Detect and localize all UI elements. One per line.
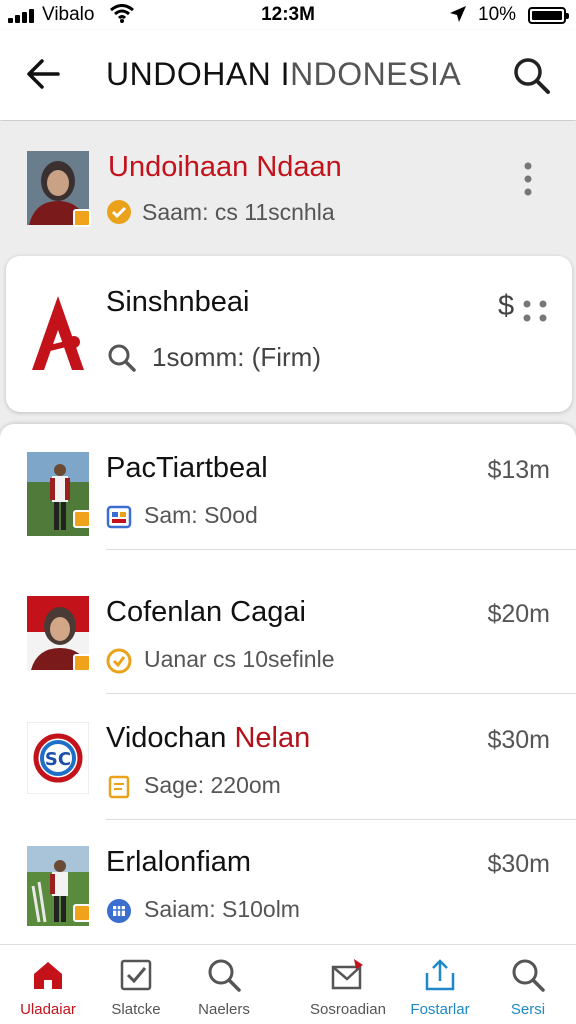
bottom-nav: Uladaiar Slatcke Naelers Sosroadian Fost…: [0, 944, 576, 1024]
nav-item-service[interactable]: Sersi: [480, 945, 576, 1024]
badge: [73, 510, 91, 528]
calendar-icon: [106, 504, 132, 530]
check-circle-icon: [106, 199, 132, 225]
nav-label: Sersi: [510, 1001, 546, 1018]
avatar: [27, 452, 91, 536]
item-price: $30m: [487, 850, 550, 878]
mail-icon: [330, 957, 366, 993]
avatar: SC: [27, 722, 89, 796]
list-item-top[interactable]: Undoihaan Ndaan Saam: cs 11scnhla: [0, 121, 576, 255]
avatar: [27, 596, 91, 672]
nav-label: Sosroadian: [310, 1001, 386, 1018]
badge: [73, 654, 91, 672]
checkbox-icon: [118, 957, 154, 993]
document-icon: [106, 774, 132, 800]
item-title: Erlalonfiam: [106, 846, 251, 879]
list-item[interactable]: SC Vidochan Nelan $30m Sage: 220om: [0, 694, 576, 820]
item-title-text: PacTiartbeal: [106, 452, 268, 484]
item-meta: Saam: cs 11scnhla: [142, 199, 335, 225]
page-title-bold: UNDOHAN I: [106, 56, 291, 92]
card-price: $: [498, 290, 515, 322]
nav-item-home[interactable]: Uladaiar: [0, 945, 96, 1024]
card-meta: 1somm: (Firm): [152, 342, 321, 372]
item-title-text: Cofenlan Cagai: [106, 596, 306, 628]
brand-logo: [24, 290, 92, 378]
item-title: PacTiartbeal: [106, 452, 268, 485]
list-item[interactable]: Erlalonfiam $30m Saiam: S10olm: [0, 818, 576, 944]
search-icon: [206, 957, 242, 993]
share-icon: [422, 957, 458, 993]
check-circle-icon: [106, 648, 132, 674]
divider: [106, 549, 576, 550]
item-price: $13m: [487, 456, 550, 484]
battery-icon: [528, 7, 569, 24]
item-title: Undoihaan Ndaan: [108, 151, 342, 183]
search-icon[interactable]: [508, 52, 556, 100]
svg-text:SC: SC: [45, 749, 71, 770]
item-title-text: Erlalonfiam: [106, 846, 252, 878]
nav-label: Uladaiar: [20, 1001, 76, 1018]
back-arrow-icon[interactable]: [22, 52, 66, 96]
page-title: UNDOHAN INDONESIA: [106, 56, 461, 93]
nav-label: Naelers: [198, 1001, 250, 1018]
item-title-highlight: Nelan: [234, 722, 311, 754]
grid-dots-icon[interactable]: [520, 298, 550, 324]
item-title-text: Vidochan: [106, 722, 235, 754]
location-arrow-icon: [448, 4, 468, 30]
home-icon: [30, 957, 66, 993]
badge: [73, 904, 91, 922]
item-title: Cofenlan Cagai: [106, 596, 306, 629]
nav-item-tasks[interactable]: Slatcke: [88, 945, 184, 1024]
nav-label: Slatcke: [111, 1001, 161, 1018]
avatar: [27, 151, 91, 227]
status-bar: Vibalo 12:3M 10%: [0, 0, 576, 30]
item-meta: Saiam: S10olm: [144, 896, 300, 922]
item-price: $30m: [487, 726, 550, 754]
item-list: PacTiartbeal $13m Sam: S0od Cofenlan Cag…: [0, 424, 576, 944]
item-meta: Sam: S0od: [144, 502, 258, 528]
avatar: [27, 846, 91, 926]
list-item[interactable]: PacTiartbeal $13m Sam: S0od: [0, 424, 576, 550]
nav-item-search[interactable]: Naelers: [176, 945, 272, 1024]
calendar-icon: [106, 898, 132, 924]
featured-card[interactable]: Sinshnbeai 1somm: (Firm) $: [6, 256, 572, 412]
nav-item-featured[interactable]: Fostarlar: [392, 945, 488, 1024]
app-bar: UNDOHAN INDONESIA: [0, 30, 576, 120]
item-price: $20m: [487, 600, 550, 628]
card-title: Sinshnbeai: [106, 286, 250, 318]
list-item[interactable]: Cofenlan Cagai $20m Uanar cs 10sefinle: [0, 568, 576, 694]
nav-item-messages[interactable]: Sosroadian: [300, 945, 396, 1024]
more-vert-icon[interactable]: [518, 161, 538, 197]
item-title: Vidochan Nelan: [106, 722, 310, 755]
search-icon: [106, 342, 138, 374]
nav-label: Fostarlar: [410, 1001, 470, 1018]
battery-percent: 10%: [478, 4, 517, 25]
item-meta: Uanar cs 10sefinle: [144, 646, 335, 672]
item-meta: Sage: 220om: [144, 772, 281, 798]
page-title-rest: NDONESIA: [290, 56, 462, 92]
badge: [73, 209, 91, 227]
search-icon: [510, 957, 546, 993]
